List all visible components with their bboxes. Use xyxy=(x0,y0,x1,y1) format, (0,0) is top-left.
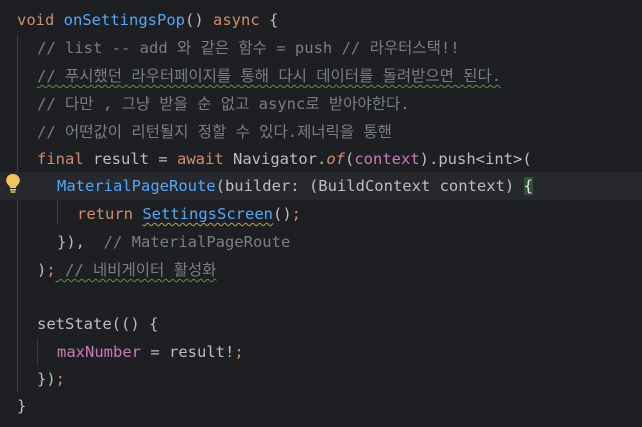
lightbulb-icon[interactable] xyxy=(4,172,22,194)
semicolon: ; xyxy=(234,343,244,361)
code-text: ).push<int>( xyxy=(419,150,532,168)
code-text: Navigator. xyxy=(223,150,327,168)
keyword: final xyxy=(37,150,84,168)
code-line[interactable]: final result = await Navigator.of(contex… xyxy=(0,145,642,173)
code-line-current[interactable]: MaterialPageRoute(builder: (BuildContext… xyxy=(0,172,642,200)
inlay-hint: // MaterialPageRoute xyxy=(85,233,291,251)
matched-brace: { xyxy=(523,177,533,195)
keyword: await xyxy=(177,150,224,168)
code-text: (builder: (BuildContext context) xyxy=(215,177,524,195)
code-text: = result! xyxy=(141,343,235,361)
code-line[interactable]: maxNumber = result!; xyxy=(0,338,642,366)
method-name: of xyxy=(326,150,345,168)
comment: // list -- add 와 같은 함수 = push // 라우터스택!! xyxy=(37,39,460,57)
code-text: } xyxy=(17,397,27,415)
semicolon: ; xyxy=(55,370,66,388)
code-line[interactable]: // 어떤값이 리턴될지 정할 수 있다.제너릭을 통핸 xyxy=(0,118,642,146)
code-line[interactable]: }), // MaterialPageRoute xyxy=(0,228,642,256)
code-line[interactable]: // 푸시했던 라우터페이지를 통해 다시 데이터를 돌려받으면 된다. xyxy=(0,62,642,90)
code-editor[interactable]: void onSettingsPop() async { // list -- … xyxy=(0,0,642,427)
code-text: () xyxy=(273,205,292,223)
comment: // 네비게이터 활성화 xyxy=(55,261,217,279)
field-name: maxNumber xyxy=(57,343,141,361)
code-text: ( xyxy=(345,150,355,168)
comment: // 어떤값이 리턴될지 정할 수 있다.제너릭을 통핸 xyxy=(37,123,392,141)
code-text: result = xyxy=(83,150,177,168)
code-text: }) xyxy=(37,370,56,388)
parens: () xyxy=(185,11,213,29)
code-text: setState(() { xyxy=(37,315,159,333)
semicolon: ; xyxy=(291,205,302,223)
keyword: async xyxy=(213,11,260,29)
keyword: void xyxy=(17,11,55,29)
class-name: MaterialPageRoute xyxy=(57,177,216,195)
semicolon: ; xyxy=(46,261,56,279)
code-line[interactable]: return SettingsScreen(); xyxy=(0,200,642,228)
comment: // 다만 , 그냥 받을 순 없고 async로 받아야한다. xyxy=(37,95,410,113)
code-text: }), xyxy=(57,233,85,251)
code-line[interactable]: void onSettingsPop() async { xyxy=(0,6,642,34)
code-line[interactable]: }); xyxy=(0,365,642,393)
code-text: ) xyxy=(37,261,47,279)
class-name: SettingsScreen xyxy=(142,205,273,223)
code-line[interactable]: ); // 네비게이터 활성화 xyxy=(0,256,642,284)
argument: context xyxy=(354,150,420,168)
code-line[interactable]: } xyxy=(0,392,642,420)
code-line[interactable]: // list -- add 와 같은 함수 = push // 라우터스택!! xyxy=(0,34,642,62)
code-line[interactable]: // 다만 , 그냥 받을 순 없고 async로 받아야한다. xyxy=(0,90,642,118)
brace: { xyxy=(259,11,279,29)
function-name: onSettingsPop xyxy=(63,11,185,29)
keyword: return xyxy=(77,205,133,223)
comment: // 푸시했던 라우터페이지를 통해 다시 데이터를 돌려받으면 된다. xyxy=(37,67,502,85)
code-line[interactable]: setState(() { xyxy=(0,310,642,338)
